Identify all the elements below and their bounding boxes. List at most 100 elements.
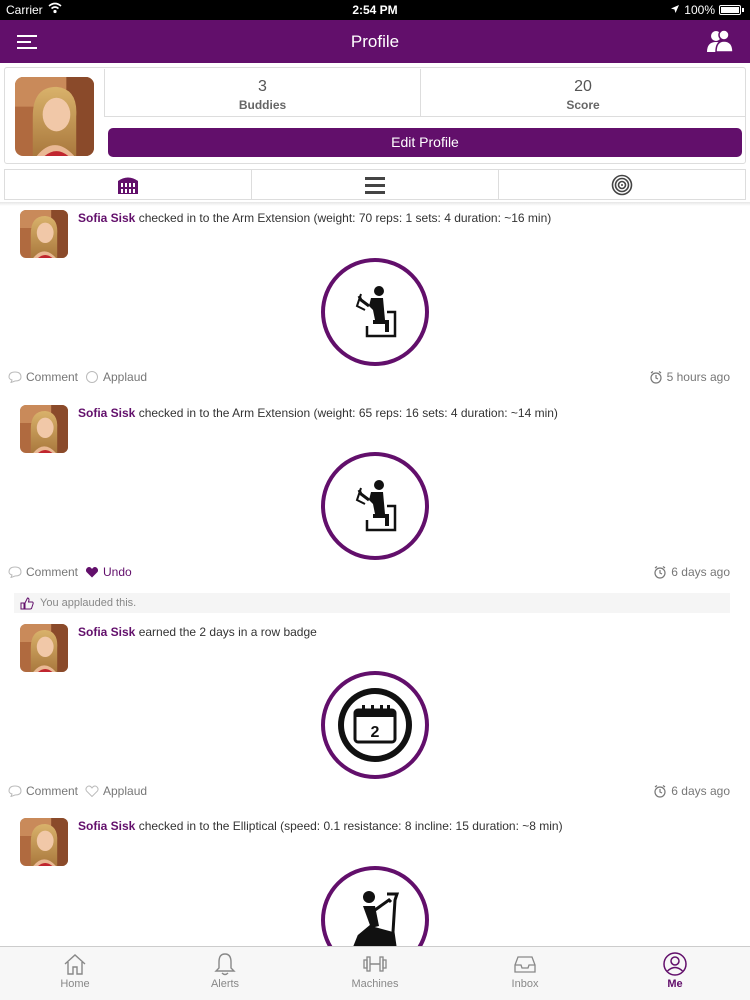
timestamp: 6 days ago <box>653 565 730 579</box>
stat-divider <box>104 116 745 117</box>
comment-button[interactable]: Comment <box>8 565 78 579</box>
battery-icon <box>719 5 741 15</box>
status-right: 100% <box>670 3 744 17</box>
activity-feed[interactable]: Sofia Sisk checked in to the Arm Extensi… <box>0 205 750 946</box>
applauded-notice: You applauded this. <box>14 593 730 613</box>
user-circle-icon <box>663 952 687 976</box>
feed-item-text: Sofia Sisk checked in to the Elliptical … <box>78 819 738 833</box>
edit-profile-button[interactable]: Edit Profile <box>108 128 742 157</box>
badge-icon-circle: 2 <box>321 671 429 779</box>
buddies-stat[interactable]: 3 Buddies <box>104 69 420 116</box>
buddies-label: Buddies <box>238 98 287 112</box>
user-name-link[interactable]: Sofia Sisk <box>78 625 135 639</box>
applauded-text: You applauded this. <box>40 597 137 609</box>
tab-home-label: Home <box>60 978 90 990</box>
time-label: 5 hours ago <box>666 370 730 384</box>
bell-icon <box>214 953 236 976</box>
app-screen: Carrier 2:54 PM 100% Profile 3 Buddies 2… <box>0 0 750 1000</box>
profile-avatar[interactable] <box>15 77 94 156</box>
alarm-clock-icon <box>650 371 662 384</box>
alarm-clock-icon <box>654 785 666 798</box>
undo-applaud-button[interactable]: Undo <box>85 565 132 579</box>
calendar-badge-icon: 2 <box>338 688 412 762</box>
feed-item-text: Sofia Sisk checked in to the Arm Extensi… <box>78 211 738 225</box>
alarm-clock-icon <box>654 566 666 579</box>
home-icon <box>64 954 86 975</box>
applaud-label: Applaud <box>103 784 148 798</box>
inbox-icon <box>514 956 536 973</box>
activity-description: checked in to the Arm Extension (weight:… <box>138 406 558 420</box>
profile-tabs <box>4 169 746 200</box>
comment-icon <box>8 371 22 383</box>
thumbs-up-icon <box>20 596 34 609</box>
applaud-button[interactable]: Applaud <box>85 784 147 798</box>
score-count: 20 <box>574 78 592 95</box>
score-label: Score <box>566 98 600 112</box>
tab-home[interactable]: Home <box>0 947 150 1000</box>
feed-item-text: Sofia Sisk earned the 2 days in a row ba… <box>78 625 738 639</box>
comment-label: Comment <box>26 565 79 579</box>
comment-button[interactable]: Comment <box>8 370 78 384</box>
comment-label: Comment <box>26 784 79 798</box>
user-name-link[interactable]: Sofia Sisk <box>78 211 135 225</box>
buddies-count: 3 <box>258 78 267 95</box>
comment-button[interactable]: Comment <box>8 784 78 798</box>
battery-tip <box>742 8 744 12</box>
activity-description: checked in to the Elliptical (speed: 0.1… <box>138 819 563 833</box>
bottom-tab-bar: Home Alerts Machines Inbox Me <box>0 946 750 1000</box>
applaud-icon <box>86 371 98 383</box>
tab-me[interactable]: Me <box>600 947 750 1000</box>
feed-item-text: Sofia Sisk checked in to the Arm Extensi… <box>78 406 738 420</box>
tab-alerts[interactable]: Alerts <box>150 947 300 1000</box>
dumbbell-icon <box>363 956 387 972</box>
feed-actions: Comment Undo 6 days ago <box>8 565 738 583</box>
status-bar: Carrier 2:54 PM 100% <box>0 0 750 20</box>
tab-machines[interactable]: Machines <box>300 947 450 1000</box>
heart-icon <box>85 567 99 578</box>
user-avatar[interactable] <box>20 624 68 672</box>
user-avatar[interactable] <box>20 405 68 453</box>
tab-machines-label: Machines <box>351 978 399 990</box>
page-title: Profile <box>350 32 400 51</box>
score-stat[interactable]: 20 Score <box>420 69 745 116</box>
battery-percent: 100% <box>684 3 715 17</box>
profile-card: 3 Buddies 20 Score Edit Profile <box>4 67 746 164</box>
tab-target[interactable] <box>499 170 745 199</box>
activity-icon-circle <box>321 866 429 946</box>
undo-label: Undo <box>103 565 132 579</box>
activity-description: checked in to the Arm Extension (weight:… <box>138 211 552 225</box>
timestamp: 5 hours ago <box>649 370 730 384</box>
feed-actions: Comment Applaud 5 hours ago <box>8 370 738 388</box>
tab-gyms[interactable] <box>5 170 252 199</box>
applaud-button[interactable]: Applaud <box>85 370 147 384</box>
list-icon <box>365 176 385 194</box>
time-label: 6 days ago <box>671 565 730 579</box>
activity-icon-circle <box>321 452 429 560</box>
status-time: 2:54 PM <box>352 3 398 17</box>
user-name-link[interactable]: Sofia Sisk <box>78 406 135 420</box>
tab-alerts-label: Alerts <box>210 978 240 990</box>
user-avatar[interactable] <box>20 210 68 258</box>
location-arrow-icon <box>670 3 680 17</box>
tab-list[interactable] <box>252 170 499 199</box>
elliptical-machine-icon <box>353 891 400 946</box>
activity-icon-circle <box>321 258 429 366</box>
arm-extension-machine-icon <box>355 286 397 338</box>
user-name-link[interactable]: Sofia Sisk <box>78 819 135 833</box>
target-icon <box>611 174 633 195</box>
tab-inbox-label: Inbox <box>511 978 539 990</box>
time-label: 6 days ago <box>671 784 730 798</box>
user-avatar[interactable] <box>20 818 68 866</box>
arm-extension-machine-icon <box>355 480 397 532</box>
applaud-label: Applaud <box>103 370 148 384</box>
feed-actions: Comment Applaud 6 days ago <box>8 784 738 802</box>
tab-me-label: Me <box>667 978 683 990</box>
heart-outline-icon <box>85 785 99 797</box>
tab-inbox[interactable]: Inbox <box>450 947 600 1000</box>
activity-description: earned the 2 days in a row badge <box>138 625 317 639</box>
comment-icon <box>8 785 22 797</box>
building-icon <box>118 177 138 194</box>
buddies-button[interactable] <box>706 29 734 53</box>
nav-bar: Profile <box>0 20 750 63</box>
comment-icon <box>8 566 22 578</box>
